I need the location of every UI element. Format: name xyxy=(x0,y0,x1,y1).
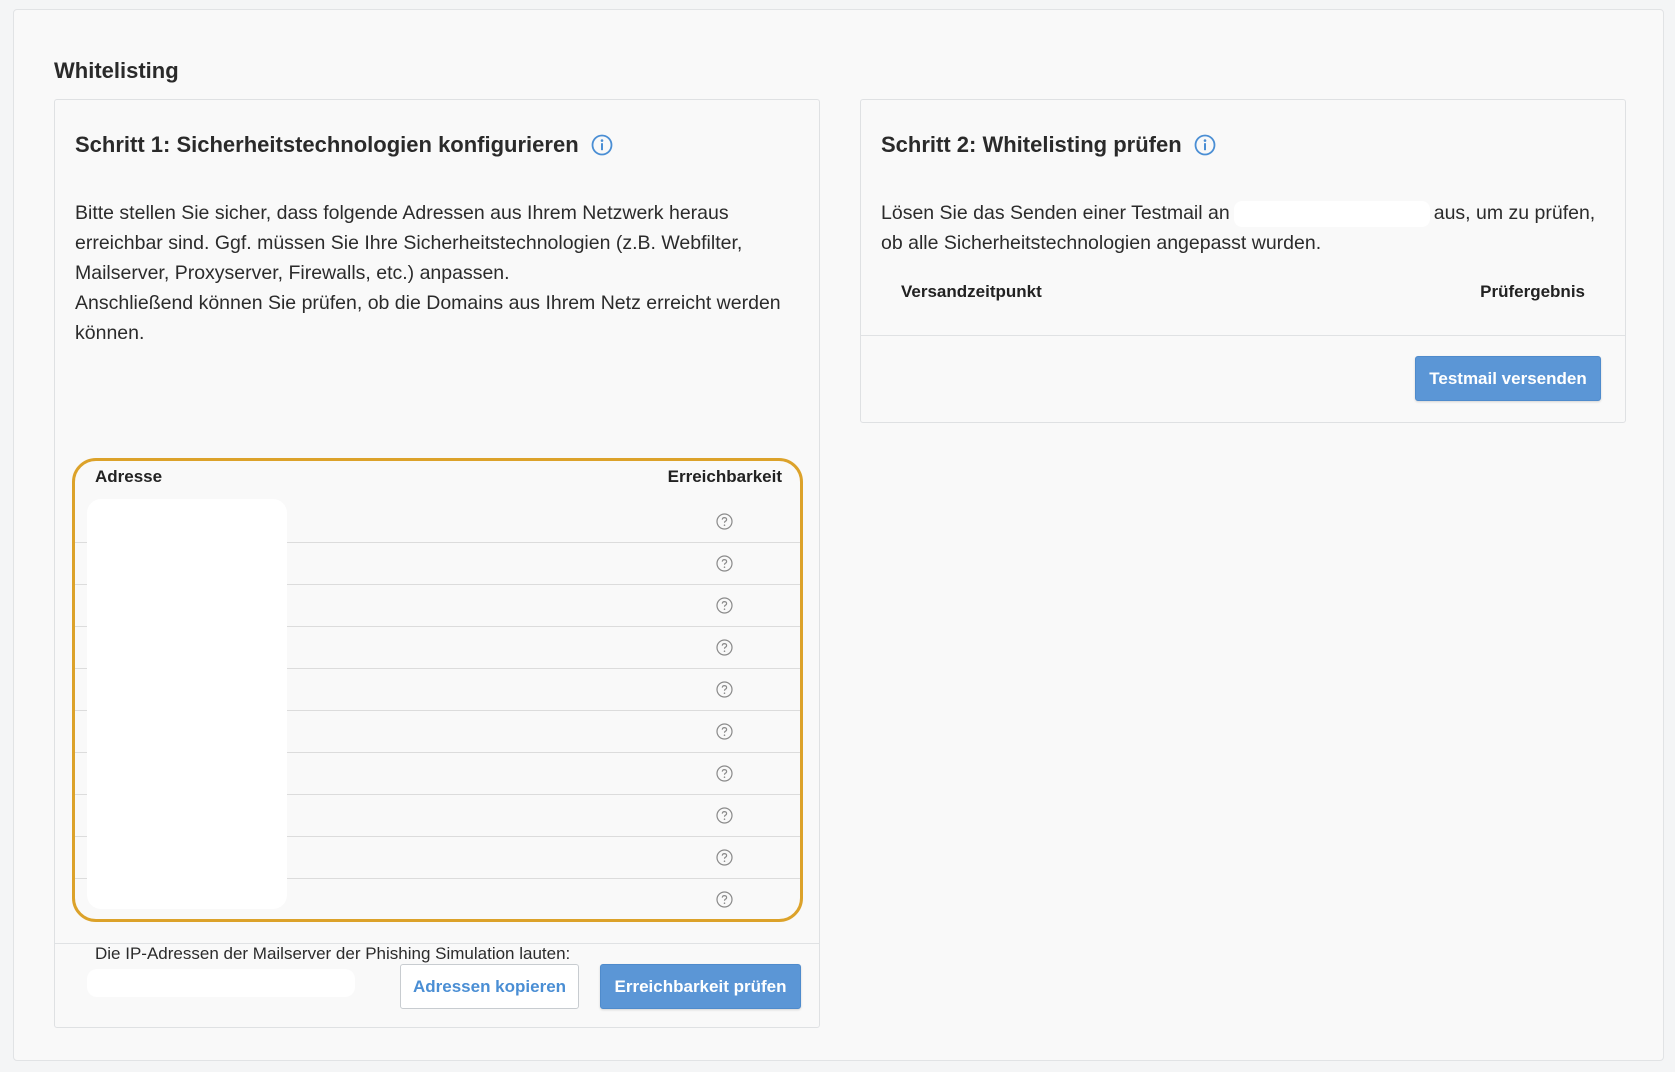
question-circle-icon xyxy=(716,765,733,782)
col-sent-time: Versandzeitpunkt xyxy=(901,282,1042,301)
footer-divider xyxy=(55,943,819,944)
check-reachability-button[interactable]: Erreichbarkeit prüfen xyxy=(600,964,801,1009)
question-circle-icon xyxy=(716,555,733,572)
address-table-header: Adresse Erreichbarkeit xyxy=(75,461,800,499)
step1-title: Schritt 1: Sicherheitstechnologien konfi… xyxy=(75,132,579,157)
question-circle-icon xyxy=(716,891,733,908)
page-title: Whitelisting xyxy=(54,58,179,83)
address-table: Adresse Erreichbarkeit xyxy=(72,458,803,922)
step2-divider xyxy=(861,335,1625,336)
col-address: Adresse xyxy=(95,467,163,486)
whitelisting-panel: Whitelisting Schritt 1: Sicherheitstechn… xyxy=(13,9,1664,1061)
step2-text-before: Lösen Sie das Senden einer Testmail an xyxy=(881,202,1230,224)
ip-address-text: Die IP-Adressen der Mailserver der Phish… xyxy=(95,944,571,963)
question-circle-icon xyxy=(716,513,733,530)
redacted-address-list xyxy=(87,499,287,909)
question-circle-icon xyxy=(716,639,733,656)
step1-title-row: Schritt 1: Sicherheitstechnologien konfi… xyxy=(75,132,613,158)
step1-card: Schritt 1: Sicherheitstechnologien konfi… xyxy=(54,99,820,1028)
copy-addresses-button[interactable]: Adressen kopieren xyxy=(400,964,579,1009)
step1-paragraph2: Anschließend können Sie prüfen, ob die D… xyxy=(75,292,781,344)
info-icon[interactable] xyxy=(1194,134,1216,156)
step2-card: Schritt 2: Whitelisting prüfen Lösen Sie… xyxy=(860,99,1626,423)
step2-title: Schritt 2: Whitelisting prüfen xyxy=(881,132,1182,157)
redacted-ip-addresses xyxy=(87,969,355,997)
question-circle-icon xyxy=(716,849,733,866)
question-circle-icon xyxy=(716,723,733,740)
col-reachability: Erreichbarkeit xyxy=(667,467,782,486)
col-check-result: Prüfergebnis xyxy=(1480,282,1585,301)
info-icon[interactable] xyxy=(591,134,613,156)
question-circle-icon xyxy=(716,597,733,614)
question-circle-icon xyxy=(716,681,733,698)
question-circle-icon xyxy=(716,807,733,824)
step1-description: Bitte stellen Sie sicher, dass folgende … xyxy=(75,198,805,348)
redacted-email xyxy=(1233,200,1430,227)
step2-title-row: Schritt 2: Whitelisting prüfen xyxy=(881,132,1216,158)
send-testmail-button[interactable]: Testmail versenden xyxy=(1415,356,1601,401)
step1-paragraph1: Bitte stellen Sie sicher, dass folgende … xyxy=(75,202,743,284)
step2-description: Lösen Sie das Senden einer Testmail an au… xyxy=(881,198,1611,258)
